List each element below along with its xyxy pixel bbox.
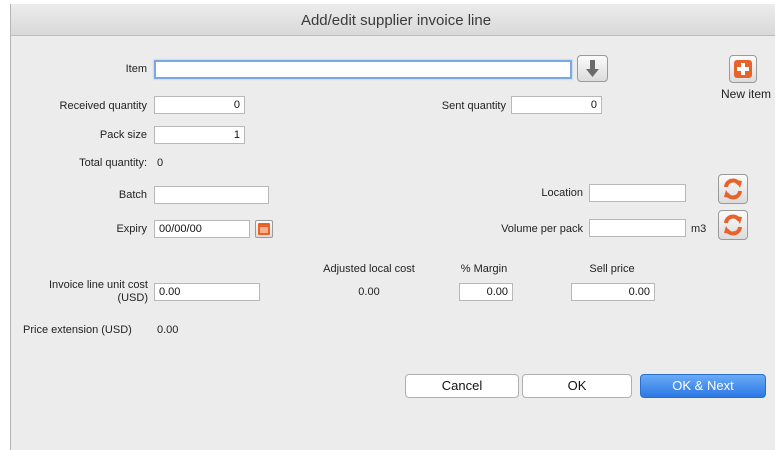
pack-size-label: Pack size <box>99 129 147 141</box>
location-label: Location <box>541 187 583 199</box>
received-quantity-label: Received quantity <box>59 100 147 112</box>
title-bar: Add/edit supplier invoice line <box>11 4 775 36</box>
ok-button[interactable]: OK <box>522 374 632 398</box>
price-extension-value: 0.00 <box>157 324 179 336</box>
item-lookup-button[interactable] <box>577 55 608 82</box>
refresh-icon <box>724 178 742 200</box>
price-extension-label: Price extension (USD) <box>23 324 132 336</box>
adjusted-local-cost-value: 0.00 <box>358 286 380 298</box>
volume-per-pack-label: Volume per pack <box>501 223 583 235</box>
received-quantity-input[interactable]: 0 <box>154 96 245 114</box>
total-quantity-label: Total quantity: <box>79 157 147 169</box>
margin-label: % Margin <box>460 263 508 275</box>
adjusted-local-cost-label: Adjusted local cost <box>323 263 415 275</box>
sell-price-label: Sell price <box>589 263 635 275</box>
dialog-title: Add/edit supplier invoice line <box>300 12 492 29</box>
new-item-button[interactable] <box>729 55 757 83</box>
pack-size-input[interactable]: 1 <box>154 126 245 144</box>
calendar-icon <box>258 223 270 235</box>
dialog-content: Item New item Received quantity 0 Sent q… <box>11 36 775 450</box>
batch-label: Batch <box>118 189 147 201</box>
batch-input[interactable] <box>154 186 269 204</box>
volume-per-pack-input[interactable] <box>589 219 686 237</box>
dialog-window: Add/edit supplier invoice line Item New … <box>10 4 775 450</box>
cancel-button[interactable]: Cancel <box>405 374 519 398</box>
expiry-label: Expiry <box>116 223 147 235</box>
sent-quantity-label: Sent quantity <box>441 100 506 112</box>
item-input[interactable] <box>154 60 572 79</box>
total-quantity-value: 0 <box>157 157 164 169</box>
ok-next-button[interactable]: OK & Next <box>640 374 766 398</box>
location-refresh-button[interactable] <box>718 174 748 204</box>
calendar-button[interactable] <box>255 220 273 238</box>
item-label: Item <box>125 63 147 75</box>
plus-icon <box>734 60 752 78</box>
volume-refresh-button[interactable] <box>718 210 748 240</box>
unit-cost-label-line2: (USD) <box>117 292 148 304</box>
sell-price-input[interactable]: 0.00 <box>571 283 655 301</box>
expiry-input[interactable]: 00/00/00 <box>154 220 250 238</box>
unit-cost-label-line1: Invoice line unit cost <box>48 279 148 291</box>
refresh-icon <box>724 214 742 236</box>
sent-quantity-input[interactable]: 0 <box>511 96 602 114</box>
volume-unit-label: m3 <box>691 223 707 235</box>
unit-cost-input[interactable]: 0.00 <box>154 283 260 301</box>
margin-input[interactable]: 0.00 <box>459 283 513 301</box>
location-input[interactable] <box>589 184 686 202</box>
new-item-label: New item <box>721 87 772 101</box>
down-arrow-icon <box>586 60 599 77</box>
